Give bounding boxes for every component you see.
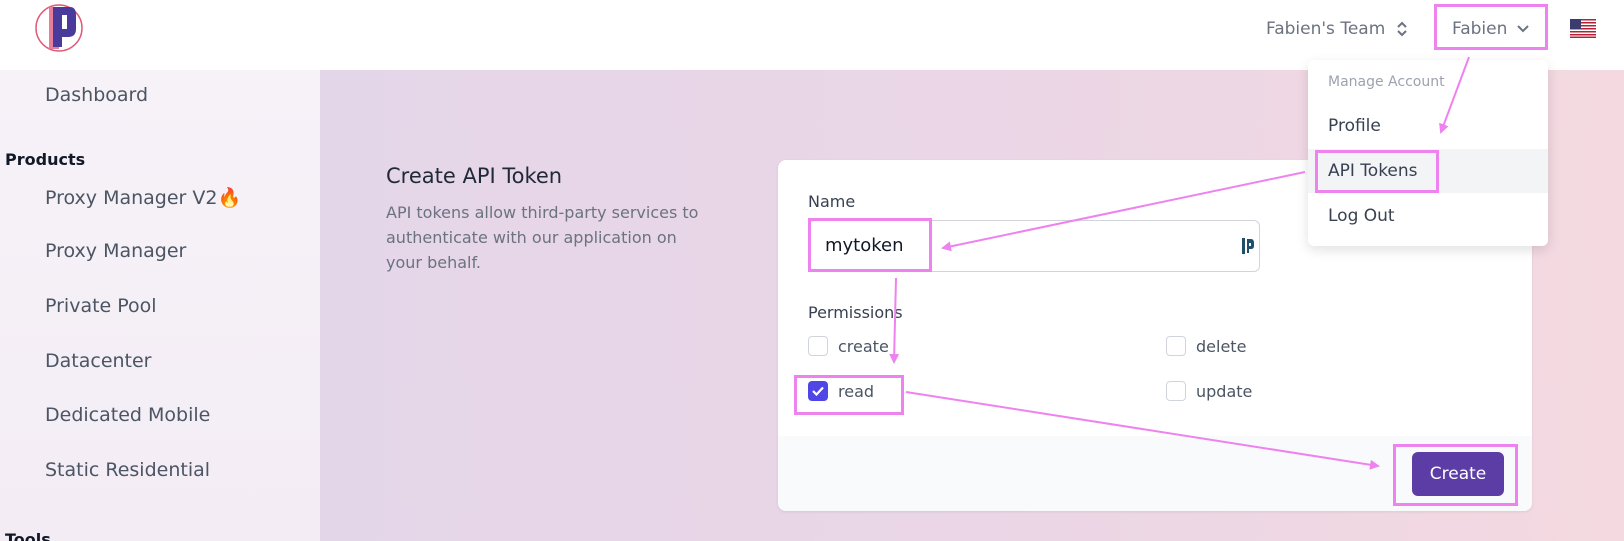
sidebar-item-dashboard[interactable]: Dashboard <box>45 84 148 106</box>
checkmark-icon <box>812 386 824 397</box>
team-switcher[interactable]: Fabien's Team <box>1266 16 1409 42</box>
us-flag-icon[interactable] <box>1570 19 1596 38</box>
menu-header: Manage Account <box>1328 74 1445 90</box>
permission-update-label: update <box>1196 381 1253 401</box>
permission-read-label: read <box>838 381 875 401</box>
sidebar: Dashboard Products Proxy Manager V2🔥 Pro… <box>0 70 320 541</box>
password-manager-icon[interactable] <box>1241 236 1255 256</box>
account-dropdown-menu: Manage Account Profile API Tokens Log Ou… <box>1308 60 1548 246</box>
sidebar-item-proxy-manager[interactable]: Proxy Manager <box>45 240 186 262</box>
permission-create-label: create <box>838 336 889 356</box>
page-title: Create API Token <box>386 164 563 188</box>
permission-read[interactable]: read <box>808 381 874 401</box>
sidebar-item-dedicated-mobile[interactable]: Dedicated Mobile <box>45 404 210 426</box>
token-name-input[interactable]: mytoken <box>808 220 1260 272</box>
chevron-up-down-icon <box>1397 21 1407 37</box>
create-checkbox[interactable] <box>808 336 828 356</box>
create-token-button[interactable]: Create <box>1412 452 1504 496</box>
sidebar-heading-products: Products <box>5 150 86 169</box>
sidebar-item-private-pool[interactable]: Private Pool <box>45 295 157 317</box>
permission-delete-label: delete <box>1196 336 1247 356</box>
sidebar-item-proxy-manager-v2[interactable]: Proxy Manager V2🔥 <box>45 186 241 209</box>
update-checkbox[interactable] <box>1166 381 1186 401</box>
menu-item-api-tokens[interactable]: API Tokens <box>1308 149 1548 193</box>
name-label: Name <box>808 192 856 211</box>
chevron-down-icon <box>1517 25 1530 33</box>
delete-checkbox[interactable] <box>1166 336 1186 356</box>
menu-item-profile[interactable]: Profile <box>1308 104 1548 148</box>
menu-item-log-out[interactable]: Log Out <box>1308 194 1548 238</box>
read-checkbox[interactable] <box>808 381 828 401</box>
permission-delete[interactable]: delete <box>1166 336 1246 356</box>
user-name: Fabien <box>1452 19 1508 39</box>
user-menu-button[interactable]: Fabien <box>1452 16 1530 42</box>
app-logo-icon[interactable] <box>34 3 84 53</box>
sidebar-item-datacenter[interactable]: Datacenter <box>45 350 152 372</box>
page-description: API tokens allow third-party services to… <box>386 203 699 272</box>
sidebar-heading-tools: Tools <box>5 530 51 541</box>
permission-create[interactable]: create <box>808 336 889 356</box>
sidebar-item-static-residential[interactable]: Static Residential <box>45 459 210 481</box>
team-name: Fabien's Team <box>1266 19 1386 39</box>
permission-update[interactable]: update <box>1166 381 1252 401</box>
permissions-label: Permissions <box>808 303 903 322</box>
